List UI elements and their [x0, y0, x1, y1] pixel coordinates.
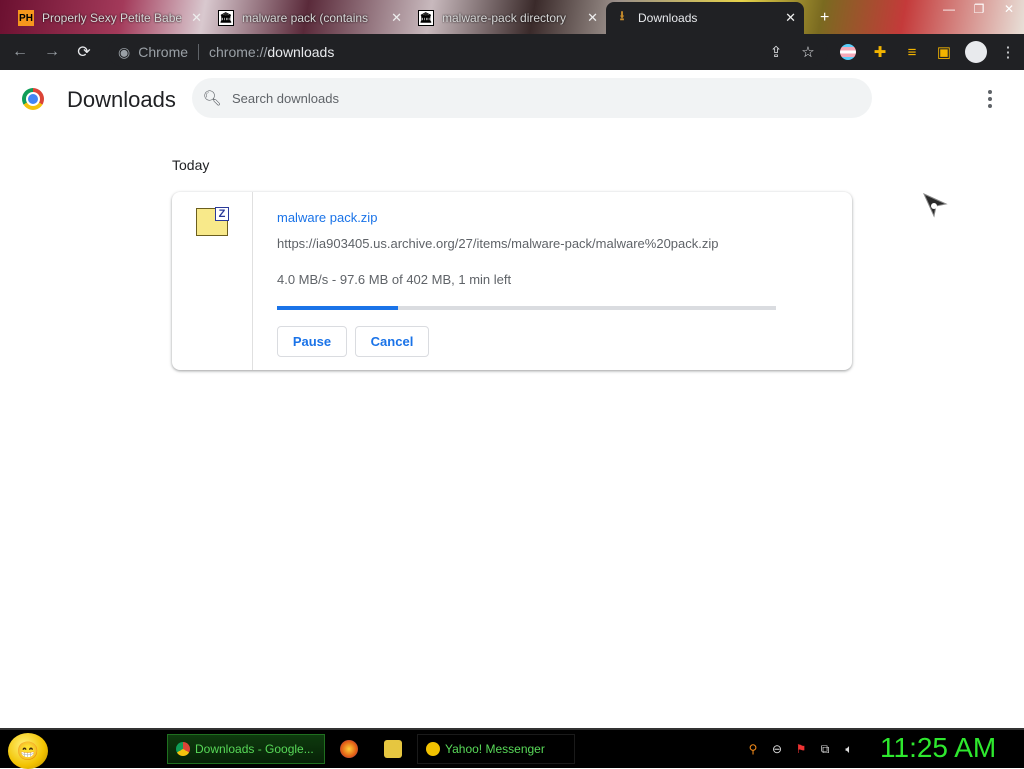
cancel-button[interactable]: Cancel: [355, 326, 429, 357]
taskbar-item-yahoo-messenger[interactable]: Yahoo! Messenger: [417, 734, 575, 764]
side-panel-icon[interactable]: ▣: [928, 36, 960, 68]
start-smiley-icon[interactable]: 😁: [8, 733, 48, 769]
omnibox-divider: [198, 44, 200, 60]
new-tab-button[interactable]: +: [812, 4, 842, 32]
progress-fill: [277, 306, 399, 310]
close-window-icon[interactable]: ✕: [994, 0, 1024, 18]
file-name-link[interactable]: malware pack.zip: [277, 210, 377, 225]
task-label: Downloads - Google...: [195, 742, 314, 756]
download-status: 4.0 MB/s - 97.6 MB of 402 MB, 1 min left: [277, 272, 512, 287]
download-icon: ⭳: [619, 8, 625, 23]
site-label: Chrome: [138, 44, 189, 60]
tab-1[interactable]: PH Properly Sexy Petite Babe ✕: [10, 4, 210, 32]
tab-title: malware pack (contains: [242, 11, 369, 25]
mouse-cursor-icon: [922, 192, 948, 218]
tab-downloads[interactable]: ⭳ Downloads ✕: [606, 2, 804, 34]
search-box[interactable]: 🔍︎: [192, 78, 872, 118]
page-title: Downloads: [67, 87, 176, 112]
tab-3[interactable]: 🏛 malware-pack directory ✕: [410, 4, 606, 32]
close-tab-icon[interactable]: ✕: [191, 10, 202, 26]
trans-flag-extension-icon[interactable]: [832, 36, 864, 68]
source-url[interactable]: https://ia903405.us.archive.org/27/items…: [277, 236, 719, 251]
tab-title: Downloads: [638, 11, 698, 25]
extensions-icon[interactable]: ✚: [864, 36, 896, 68]
folder-icon[interactable]: [384, 740, 402, 758]
forward-icon[interactable]: →: [36, 36, 68, 68]
bookmark-star-icon[interactable]: ☆: [792, 36, 824, 68]
task-label: Yahoo! Messenger: [445, 742, 545, 756]
share-icon[interactable]: ⇪: [760, 36, 792, 68]
minus-circle-icon[interactable]: ⊖: [768, 740, 786, 758]
tab-strip: PH Properly Sexy Petite Babe ✕ 🏛 malware…: [0, 0, 1024, 34]
tab-title: Properly Sexy Petite Babe: [42, 11, 182, 25]
search-tray-icon[interactable]: ⚲: [744, 740, 762, 758]
date-group-label: Today: [172, 157, 210, 173]
back-icon[interactable]: ←: [4, 36, 36, 68]
download-item: Z malware pack.zip https://ia903405.us.a…: [172, 192, 852, 370]
taskbar: 😁 Downloads - Google... Yahoo! Messenger…: [0, 728, 1024, 769]
close-tab-icon[interactable]: ✕: [587, 10, 598, 26]
chrome-logo-icon: [22, 88, 44, 110]
search-input[interactable]: [232, 90, 832, 106]
download-progress-bar: [277, 306, 776, 310]
browser-toolbar: ← → ⟳ ◉ Chrome chrome://downloads ⇪ ☆ ✚ …: [0, 34, 1024, 70]
firefox-icon[interactable]: [340, 740, 358, 758]
clock: 11:25 AM: [880, 732, 997, 763]
more-actions-icon[interactable]: [980, 88, 1000, 110]
yahoo-smiley-icon: [426, 742, 440, 756]
tab-title: malware-pack directory: [442, 11, 567, 25]
file-icon-column: Z: [172, 192, 253, 370]
flag-icon[interactable]: ⚑: [792, 740, 810, 758]
reading-list-icon[interactable]: ≡: [896, 36, 928, 68]
search-icon: 🔍︎: [202, 90, 222, 107]
pornhub-favicon-icon: PH: [18, 10, 34, 26]
profile-avatar-icon[interactable]: [960, 36, 992, 68]
downloads-header: Downloads 🔍︎: [0, 70, 1024, 130]
archive-icon: 🏛: [218, 10, 234, 26]
url-path: downloads: [267, 44, 335, 60]
address-bar[interactable]: ◉ Chrome chrome://downloads: [108, 38, 828, 66]
url-scheme: chrome://: [209, 44, 268, 60]
taskbar-item-chrome[interactable]: Downloads - Google...: [167, 734, 325, 764]
system-tray: ⚲ ⊖ ⚑ ⧉ 🔈︎: [744, 740, 858, 758]
chrome-site-icon: ◉: [118, 43, 131, 60]
zip-file-icon: Z: [196, 207, 229, 236]
toolbar-actions: ⇪ ☆ ✚ ≡ ▣ ⋮: [760, 34, 1024, 70]
close-tab-icon[interactable]: ✕: [391, 10, 402, 26]
pause-button[interactable]: Pause: [277, 326, 347, 357]
chrome-icon: [176, 742, 190, 756]
archive-icon: 🏛: [418, 10, 434, 26]
restore-icon[interactable]: ❐: [964, 0, 994, 18]
tab-2[interactable]: 🏛 malware pack (contains ✕: [210, 4, 410, 32]
reload-icon[interactable]: ⟳: [68, 36, 100, 68]
network-icon[interactable]: ⧉: [816, 740, 834, 758]
close-tab-icon[interactable]: ✕: [785, 10, 796, 26]
minimize-icon[interactable]: —: [934, 0, 964, 18]
menu-kebab-icon[interactable]: ⋮: [992, 36, 1024, 68]
volume-icon[interactable]: 🔈︎: [840, 740, 858, 758]
window-controls: — ❐ ✕: [934, 0, 1024, 18]
